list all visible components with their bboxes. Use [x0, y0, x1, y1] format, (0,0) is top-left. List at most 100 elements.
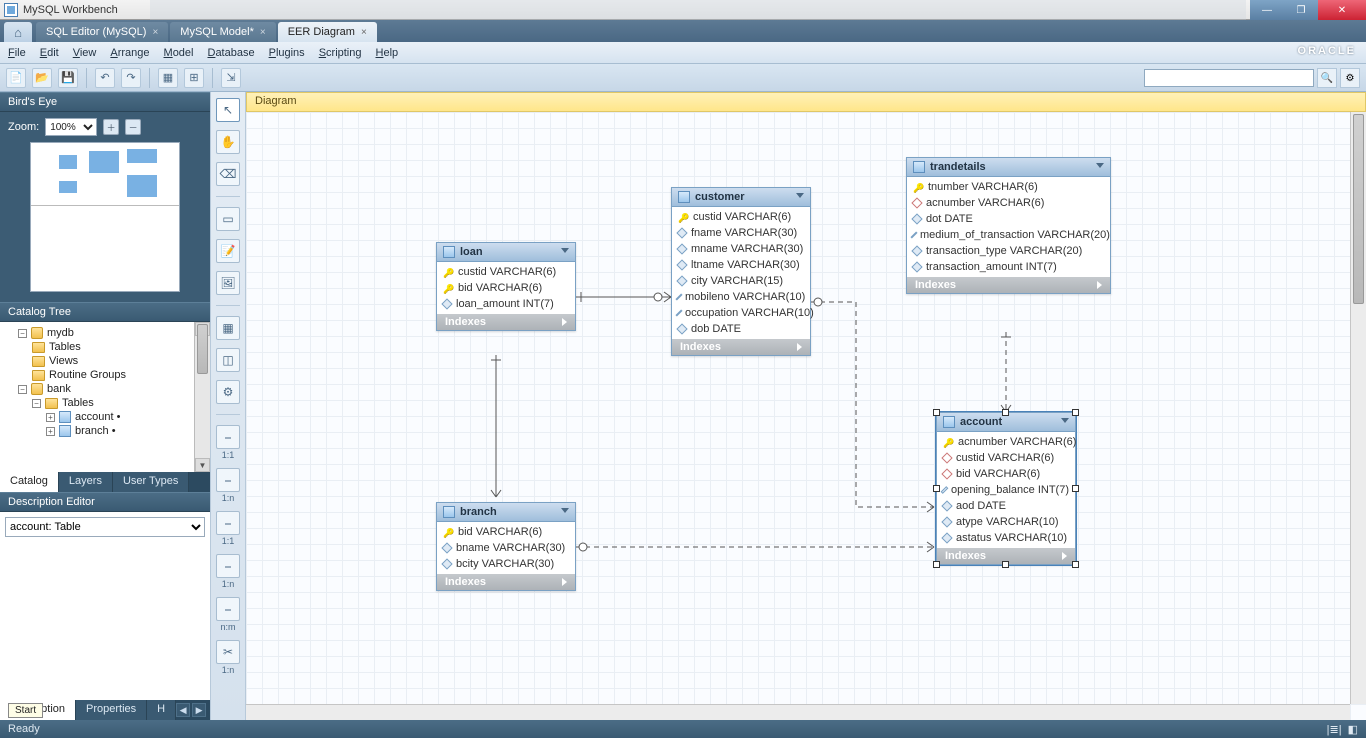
- expand-icon[interactable]: [1062, 552, 1067, 560]
- tree-node-account[interactable]: +account •: [4, 410, 206, 424]
- doctab-label: MySQL Model*: [180, 26, 254, 38]
- relation-tool-1-n-ex[interactable]: ✂1:n: [216, 640, 240, 675]
- close-button[interactable]: ✕: [1318, 0, 1366, 20]
- entity-branch[interactable]: branch bid VARCHAR(6) bname VARCHAR(30) …: [436, 502, 576, 591]
- close-icon[interactable]: ×: [260, 27, 266, 38]
- routine-tool[interactable]: ⚙: [216, 380, 240, 404]
- close-icon[interactable]: ×: [361, 27, 367, 38]
- entity-trandetails[interactable]: trandetails tnumber VARCHAR(6) acnumber …: [906, 157, 1111, 294]
- new-file-button[interactable]: 📄: [6, 68, 26, 88]
- zoom-select[interactable]: 100%: [45, 118, 97, 136]
- column-icon: [441, 298, 452, 309]
- tree-node-bank[interactable]: −bank: [4, 382, 206, 396]
- eraser-tool[interactable]: ⌫: [216, 162, 240, 186]
- app-title: MySQL Workbench: [23, 4, 118, 16]
- redo-button[interactable]: ↷: [121, 68, 141, 88]
- menu-scripting[interactable]: Scripting: [319, 47, 362, 59]
- entity-loan[interactable]: loan custid VARCHAR(6) bid VARCHAR(6) lo…: [436, 242, 576, 331]
- table-icon: [678, 191, 690, 203]
- menu-view[interactable]: View: [73, 47, 97, 59]
- canvas[interactable]: loan custid VARCHAR(6) bid VARCHAR(6) lo…: [246, 112, 1366, 720]
- expand-icon[interactable]: [1097, 281, 1102, 289]
- resize-handle[interactable]: [1072, 561, 1079, 568]
- expand-icon[interactable]: [562, 578, 567, 586]
- layer-tool[interactable]: ▭: [216, 207, 240, 231]
- menu-plugins[interactable]: Plugins: [269, 47, 305, 59]
- export-button[interactable]: ⇲: [221, 68, 241, 88]
- menu-arrange[interactable]: Arrange: [110, 47, 149, 59]
- tab-catalog[interactable]: Catalog: [0, 472, 59, 492]
- view-tool[interactable]: ◫: [216, 348, 240, 372]
- maximize-button[interactable]: ❐: [1284, 0, 1318, 20]
- diagram-header: Diagram: [246, 92, 1366, 112]
- menu-file[interactable]: File: [8, 47, 26, 59]
- fk-icon: [941, 468, 952, 479]
- menu-model[interactable]: Model: [164, 47, 194, 59]
- image-tool[interactable]: 🖼: [216, 271, 240, 295]
- tree-node[interactable]: Tables: [4, 340, 206, 354]
- minimize-button[interactable]: —: [1250, 0, 1284, 20]
- resize-handle[interactable]: [933, 485, 940, 492]
- expand-icon[interactable]: [797, 343, 802, 351]
- relation-tool-n-m[interactable]: ⎯n:m: [216, 597, 240, 632]
- search-input[interactable]: [1144, 69, 1314, 87]
- close-icon[interactable]: ×: [152, 27, 158, 38]
- resize-handle[interactable]: [1002, 409, 1009, 416]
- hand-tool[interactable]: ✋: [216, 130, 240, 154]
- doctab-sql-editor[interactable]: SQL Editor (MySQL)×: [36, 22, 168, 42]
- tab-layers[interactable]: Layers: [59, 472, 113, 492]
- tree-node-branch[interactable]: +branch •: [4, 424, 206, 438]
- grid-button[interactable]: ▦: [158, 68, 178, 88]
- expand-icon[interactable]: [562, 318, 567, 326]
- relation-tool-1-1[interactable]: ⎯1:1: [216, 425, 240, 460]
- canvas-vscroll[interactable]: [1350, 112, 1366, 704]
- pk-icon: [678, 212, 688, 222]
- tab-history[interactable]: H: [147, 700, 176, 720]
- save-button[interactable]: 💾: [58, 68, 78, 88]
- open-file-button[interactable]: 📂: [32, 68, 52, 88]
- resize-handle[interactable]: [933, 409, 940, 416]
- zoom-out-icon[interactable]: －: [125, 119, 141, 135]
- relation-tool-1-n[interactable]: ⎯1:n: [216, 468, 240, 503]
- column-icon: [676, 275, 687, 286]
- toolbar: 📄 📂 💾 ↶ ↷ ▦ ⊞ ⇲ 🔍 ⚙: [0, 64, 1366, 92]
- catalog-scrollbar[interactable]: ▲▼: [194, 322, 210, 472]
- tab-properties[interactable]: Properties: [76, 700, 147, 720]
- column-icon: [911, 245, 922, 256]
- search-options-button[interactable]: ⚙: [1340, 68, 1360, 88]
- align-button[interactable]: ⊞: [184, 68, 204, 88]
- tree-node-mydb[interactable]: −mydb: [4, 326, 206, 340]
- relation-tool-1-n-id[interactable]: ⎯1:n: [216, 554, 240, 589]
- resize-handle[interactable]: [933, 561, 940, 568]
- search-button[interactable]: 🔍: [1317, 68, 1337, 88]
- doctab-eer-diagram[interactable]: EER Diagram×: [278, 22, 377, 42]
- description-select[interactable]: account: Table: [5, 517, 205, 537]
- doctab-mysql-model[interactable]: MySQL Model* ×: [170, 22, 275, 42]
- entity-customer[interactable]: customer custid VARCHAR(6) fname VARCHAR…: [671, 187, 811, 356]
- relation-tool-1-1-id[interactable]: ⎯1:1: [216, 511, 240, 546]
- nav-left-icon[interactable]: ◀: [176, 703, 190, 717]
- tree-node[interactable]: −Tables: [4, 396, 206, 410]
- resize-handle[interactable]: [1072, 409, 1079, 416]
- minimap[interactable]: [30, 142, 180, 292]
- tab-usertypes[interactable]: User Types: [113, 472, 189, 492]
- undo-button[interactable]: ↶: [95, 68, 115, 88]
- canvas-hscroll[interactable]: [246, 704, 1350, 720]
- entity-title: branch: [460, 506, 497, 518]
- pointer-tool[interactable]: ↖: [216, 98, 240, 122]
- zoom-in-icon[interactable]: ＋: [103, 119, 119, 135]
- note-tool[interactable]: 📝: [216, 239, 240, 263]
- menu-help[interactable]: Help: [376, 47, 399, 59]
- entity-account[interactable]: account acnumber VARCHAR(6) custid VARCH…: [936, 412, 1076, 565]
- column-icon: [676, 259, 687, 270]
- menu-edit[interactable]: Edit: [40, 47, 59, 59]
- tree-node[interactable]: Routine Groups: [4, 368, 206, 382]
- tree-node[interactable]: Views: [4, 354, 206, 368]
- resize-handle[interactable]: [1002, 561, 1009, 568]
- home-tab[interactable]: [4, 22, 32, 42]
- menu-database[interactable]: Database: [207, 47, 254, 59]
- table-tool[interactable]: ▦: [216, 316, 240, 340]
- nav-right-icon[interactable]: ▶: [192, 703, 206, 717]
- resize-handle[interactable]: [1072, 485, 1079, 492]
- pk-icon: [913, 182, 923, 192]
